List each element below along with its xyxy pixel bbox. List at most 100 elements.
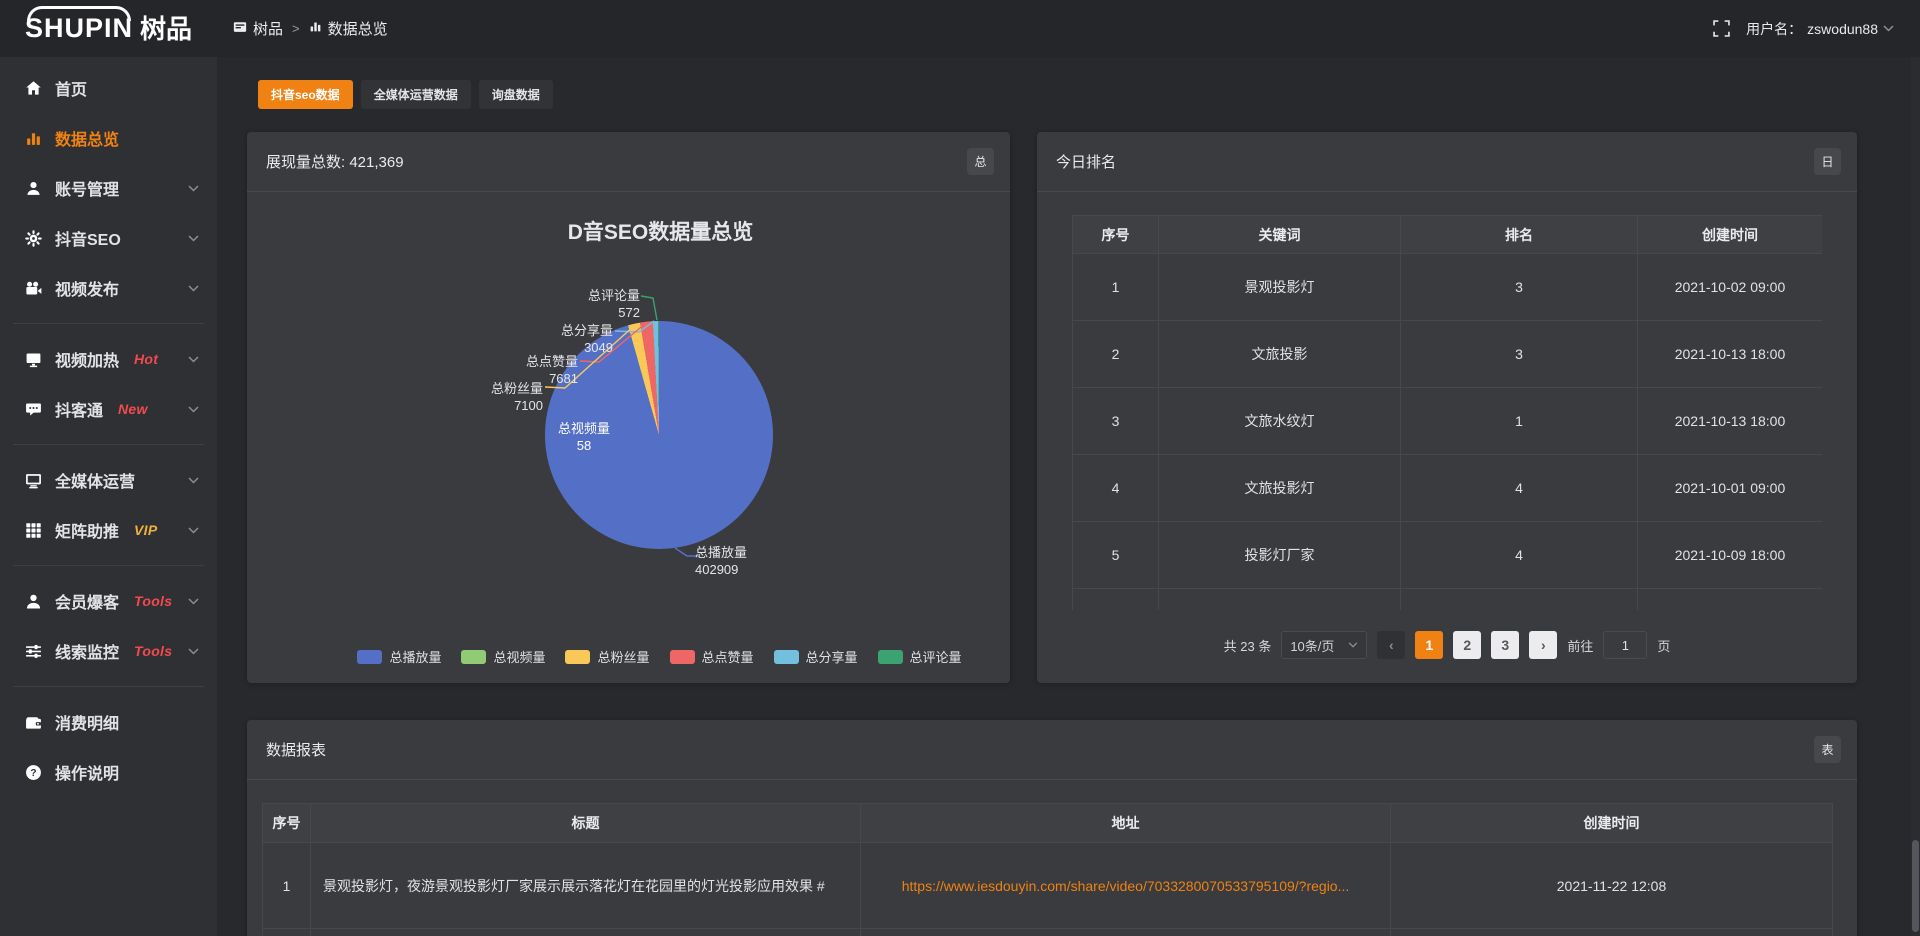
sidebar-item-label: 视频发布 bbox=[55, 276, 119, 300]
chevron-down-icon bbox=[188, 648, 199, 655]
legend-swatch bbox=[878, 650, 903, 664]
table-row: 2文旅投影32021-10-13 18:00 bbox=[1073, 321, 1823, 388]
scrollbar bbox=[1911, 57, 1920, 936]
sidebar-item-member[interactable]: 会员爆客 Tools bbox=[0, 576, 217, 626]
day-badge[interactable]: 日 bbox=[1814, 148, 1841, 175]
legend-item[interactable]: 总播放量 bbox=[357, 647, 441, 666]
help-icon: ? bbox=[24, 763, 42, 781]
legend-item[interactable]: 总分享量 bbox=[774, 647, 858, 666]
breadcrumb-item-home[interactable]: 树品 bbox=[233, 18, 283, 39]
table-badge[interactable]: 表 bbox=[1814, 736, 1841, 763]
page-button-3[interactable]: 3 bbox=[1491, 631, 1519, 659]
pie-label-fans: 总粉丝量7100 bbox=[431, 380, 543, 414]
breadcrumb-item-overview[interactable]: 数据总览 bbox=[309, 18, 388, 39]
sidebar-item-help[interactable]: ? 操作说明 bbox=[0, 747, 217, 797]
user-icon bbox=[24, 179, 42, 197]
total-badge[interactable]: 总 bbox=[967, 148, 994, 175]
video-camera-icon bbox=[24, 279, 42, 297]
sidebar-item-badge: Tools bbox=[134, 643, 172, 659]
sidebar: 首页 数据总览 账号管理 抖音SEO 视频发布 视频加热 Hot 抖客通 New… bbox=[0, 57, 217, 936]
table-row: 1 景观投影灯，夜游景观投影灯厂家展示展示落花灯在花园里的灯光投影应用效果 # … bbox=[263, 843, 1833, 929]
sidebar-divider bbox=[13, 686, 204, 687]
top-header: SHUPIN 树品 树品 > 数据总览 用户名： zswodun88 bbox=[0, 0, 1920, 57]
fullscreen-icon[interactable] bbox=[1713, 20, 1730, 37]
legend-item[interactable]: 总粉丝量 bbox=[565, 647, 649, 666]
pie-label-plays: 总播放量402909 bbox=[695, 544, 805, 578]
sidebar-item-label: 抖音SEO bbox=[55, 226, 121, 250]
goto-label: 前往 bbox=[1567, 636, 1593, 655]
svg-text:?: ? bbox=[30, 768, 36, 779]
sidebar-item-doukertong[interactable]: 抖客通 New bbox=[0, 384, 217, 434]
gear-icon bbox=[24, 229, 42, 247]
scrollbar-thumb[interactable] bbox=[1912, 840, 1919, 932]
sidebar-item-video-publish[interactable]: 视频发布 bbox=[0, 263, 217, 313]
sidebar-item-label: 抖客通 bbox=[55, 397, 103, 421]
ranking-card: 今日排名 日 序号 关键词 排名 创建时间 1景观投影灯32021-10-02 … bbox=[1037, 132, 1857, 683]
username-label: 用户名： bbox=[1746, 19, 1802, 39]
sidebar-item-clue-monitor[interactable]: 线索监控 Tools bbox=[0, 626, 217, 676]
tab-douyin-seo-data[interactable]: 抖音seo数据 bbox=[258, 80, 353, 109]
breadcrumb-separator: > bbox=[292, 21, 300, 36]
video-link[interactable]: https://www.iesdouyin.com/share/video/70… bbox=[861, 843, 1391, 929]
sidebar-item-label: 矩阵助推 bbox=[55, 518, 119, 542]
table-row: 1景观投影灯32021-10-02 09:00 bbox=[1073, 254, 1823, 321]
table-row bbox=[1073, 589, 1823, 611]
page-button-2[interactable]: 2 bbox=[1453, 631, 1481, 659]
table-row: 4文旅投影灯42021-10-01 09:00 bbox=[1073, 455, 1823, 522]
report-card-title: 数据报表 bbox=[266, 739, 326, 760]
overview-card: 展现量总数: 421,369 总 D音SEO数据量总览 总评论量572 总分享量… bbox=[247, 132, 1010, 683]
chevron-down-icon bbox=[188, 185, 199, 192]
ranking-card-title: 今日排名 bbox=[1056, 151, 1116, 172]
sidebar-item-data-overview[interactable]: 数据总览 bbox=[0, 113, 217, 163]
pagination-total: 共 23 条 bbox=[1224, 636, 1272, 655]
sidebar-item-account[interactable]: 账号管理 bbox=[0, 163, 217, 213]
bar-chart-icon bbox=[24, 129, 42, 147]
pagination: 共 23 条 10条/页 ‹ 1 2 3 › 前往 页 bbox=[1037, 631, 1857, 659]
legend-item[interactable]: 总视频量 bbox=[461, 647, 545, 666]
legend-item[interactable]: 总点赞量 bbox=[670, 647, 754, 666]
breadcrumb: 树品 > 数据总览 bbox=[233, 18, 388, 39]
overview-card-title: 展现量总数: 421,369 bbox=[266, 151, 404, 172]
prev-page-button[interactable]: ‹ bbox=[1377, 631, 1405, 659]
column-header: 排名 bbox=[1401, 216, 1638, 254]
sidebar-item-consumption[interactable]: 消费明细 bbox=[0, 697, 217, 747]
sidebar-item-label: 数据总览 bbox=[55, 126, 119, 150]
breadcrumb-label: 数据总览 bbox=[328, 18, 388, 39]
legend-swatch bbox=[565, 650, 590, 664]
page-button-1[interactable]: 1 bbox=[1415, 631, 1443, 659]
sidebar-item-label: 操作说明 bbox=[55, 760, 119, 784]
column-header: 创建时间 bbox=[1391, 804, 1833, 843]
pie-chart-area: D音SEO数据量总览 总评论量572 总分享量3049 总点赞量7681 总粉丝… bbox=[247, 192, 1010, 682]
legend-item[interactable]: 总评论量 bbox=[878, 647, 962, 666]
page-size-select[interactable]: 10条/页 bbox=[1281, 631, 1367, 659]
chevron-down-icon bbox=[1883, 25, 1894, 32]
pie-label-videos: 总视频量58 bbox=[539, 420, 629, 454]
sidebar-divider bbox=[13, 565, 204, 566]
sidebar-item-label: 账号管理 bbox=[55, 176, 119, 200]
sidebar-item-home[interactable]: 首页 bbox=[0, 63, 217, 113]
sidebar-item-label: 会员爆客 bbox=[55, 589, 119, 613]
chevron-down-icon bbox=[188, 285, 199, 292]
page-unit-label: 页 bbox=[1657, 636, 1670, 655]
tab-inquiry-data[interactable]: 询盘数据 bbox=[479, 80, 553, 109]
column-header: 序号 bbox=[263, 804, 311, 843]
sidebar-item-douyin-seo[interactable]: 抖音SEO bbox=[0, 213, 217, 263]
table-row bbox=[263, 929, 1833, 936]
member-icon bbox=[24, 592, 42, 610]
logo-text-cn: 树品 bbox=[140, 16, 192, 42]
legend-swatch bbox=[461, 650, 486, 664]
display-icon bbox=[24, 350, 42, 368]
sidebar-item-matrix-boost[interactable]: 矩阵助推 VIP bbox=[0, 505, 217, 555]
user-menu[interactable]: 用户名： zswodun88 bbox=[1746, 19, 1894, 39]
pie-label-shares: 总分享量3049 bbox=[501, 322, 613, 356]
column-header: 创建时间 bbox=[1638, 216, 1823, 254]
sidebar-item-media-operation[interactable]: 全媒体运营 bbox=[0, 455, 217, 505]
goto-page-input[interactable] bbox=[1603, 631, 1647, 659]
bar-chart-icon bbox=[309, 20, 322, 37]
column-header: 标题 bbox=[311, 804, 861, 843]
tab-media-operation-data[interactable]: 全媒体运营数据 bbox=[361, 80, 471, 109]
legend-swatch bbox=[774, 650, 799, 664]
sidebar-item-video-heat[interactable]: 视频加热 Hot bbox=[0, 334, 217, 384]
next-page-button[interactable]: › bbox=[1529, 631, 1557, 659]
table-row: 3文旅水纹灯12021-10-13 18:00 bbox=[1073, 388, 1823, 455]
